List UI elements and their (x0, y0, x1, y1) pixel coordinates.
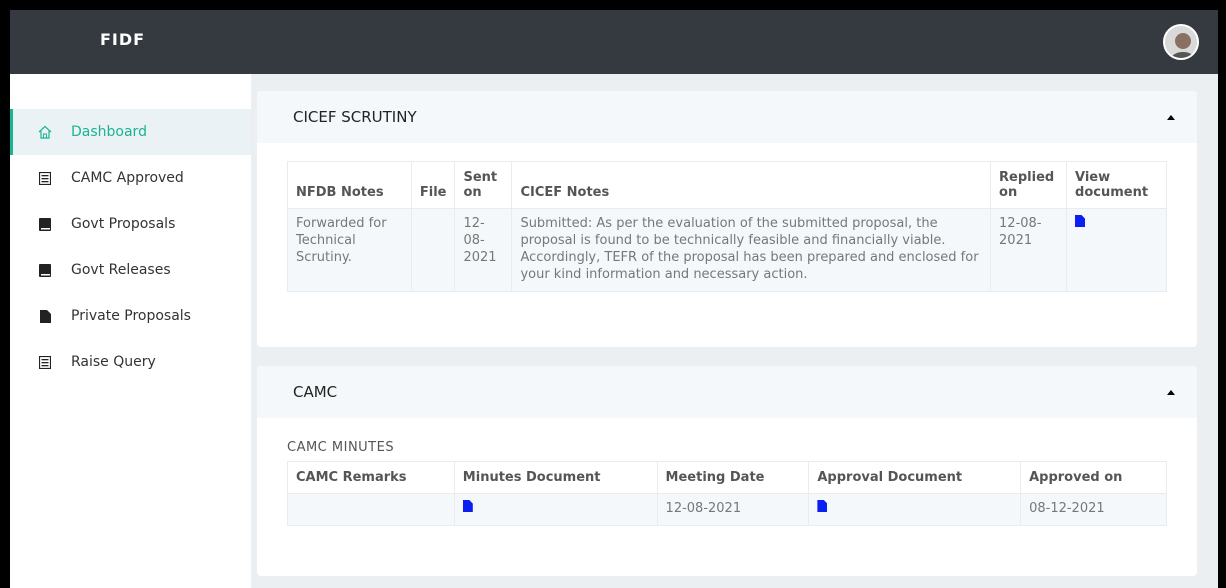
cicef-notes-cell: Submitted: As per the evaluation of the … (511, 208, 992, 292)
sidebar-item-govt-releases[interactable]: Govt Releases (10, 247, 251, 293)
sidebar-item-label: Govt Proposals (71, 216, 176, 232)
collapse-caret-icon[interactable] (1167, 389, 1175, 395)
document-icon[interactable] (817, 500, 828, 512)
camc-minutes-title: CAMC MINUTES (287, 440, 395, 455)
book-icon (38, 217, 52, 231)
cicef-scrutiny-card: CICEF SCRUTINY NFDB Notes File Sent on C… (257, 91, 1197, 347)
sidebar-item-dashboard[interactable]: Dashboard (10, 109, 251, 155)
column-header: CICEF Notes (511, 161, 992, 209)
home-icon (38, 125, 52, 139)
column-header: Approval Document (808, 461, 1022, 494)
document-icon[interactable] (462, 500, 473, 512)
nfdb-notes-cell: Forwarded for Technical Scrutiny. (287, 208, 412, 292)
approval-document-cell (808, 493, 1022, 526)
sidebar-item-private-proposals[interactable]: Private Proposals (10, 293, 251, 339)
sidebar-item-raise-query[interactable]: Raise Query (10, 339, 251, 385)
card-header[interactable]: CICEF SCRUTINY (257, 91, 1197, 143)
column-header: NFDB Notes (287, 161, 412, 209)
file-icon (38, 309, 52, 323)
column-header: Replied on (990, 161, 1068, 209)
card-title: CICEF SCRUTINY (293, 108, 417, 126)
sidebar-item-label: CAMC Approved (71, 170, 184, 186)
minutes-document-cell (453, 493, 658, 526)
table-row: Forwarded for Technical Scrutiny. 12-08-… (287, 208, 1167, 292)
column-header: File (410, 161, 456, 209)
sidebar-item-label: Govt Releases (71, 262, 171, 278)
card-title: CAMC (293, 383, 338, 401)
column-header: Minutes Document (453, 461, 658, 494)
main-content: CICEF SCRUTINY NFDB Notes File Sent on C… (251, 74, 1218, 588)
list-icon (38, 171, 52, 185)
top-navbar: FIDF (10, 10, 1218, 74)
meeting-date-cell: 12-08-2021 (656, 493, 810, 526)
avatar[interactable] (1163, 24, 1199, 60)
sidebar-nav: Dashboard CAMC Approved Govt Proposals G… (10, 109, 251, 385)
approved-on-cell: 08-12-2021 (1020, 493, 1167, 526)
sidebar: Dashboard CAMC Approved Govt Proposals G… (10, 74, 251, 588)
brand-logo[interactable]: FIDF (100, 30, 145, 49)
user-avatar-icon (1165, 26, 1197, 58)
camc-minutes-table: CAMC Remarks Minutes Document Meeting Da… (287, 461, 1167, 526)
file-cell (410, 208, 456, 292)
book-icon (38, 263, 52, 277)
column-header: Sent on (454, 161, 513, 209)
camc-remarks-cell (287, 493, 455, 526)
column-header: CAMC Remarks (287, 461, 455, 494)
table-header-row: CAMC Remarks Minutes Document Meeting Da… (287, 461, 1167, 494)
list-icon (38, 355, 52, 369)
view-document-cell (1066, 208, 1167, 292)
column-header: Approved on (1020, 461, 1167, 494)
camc-card: CAMC CAMC MINUTES CAMC Remarks Minutes D… (257, 366, 1197, 576)
sidebar-item-govt-proposals[interactable]: Govt Proposals (10, 201, 251, 247)
table-header-row: NFDB Notes File Sent on CICEF Notes Repl… (287, 161, 1167, 209)
card-header[interactable]: CAMC (257, 366, 1197, 418)
column-header: View document (1066, 161, 1167, 209)
scrutiny-table: NFDB Notes File Sent on CICEF Notes Repl… (287, 161, 1167, 292)
replied-on-cell: 12-08-2021 (990, 208, 1068, 292)
sent-on-cell: 12-08-2021 (454, 208, 513, 292)
sidebar-item-label: Dashboard (71, 124, 147, 140)
document-icon[interactable] (1075, 215, 1086, 227)
column-header: Meeting Date (656, 461, 810, 494)
sidebar-item-label: Private Proposals (71, 308, 191, 324)
app-frame: FIDF Dashboard CAMC Approved Govt Propos… (10, 10, 1218, 588)
sidebar-item-camc-approved[interactable]: CAMC Approved (10, 155, 251, 201)
collapse-caret-icon[interactable] (1167, 114, 1175, 120)
sidebar-item-label: Raise Query (71, 354, 156, 370)
table-row: 12-08-2021 08-12-2021 (287, 493, 1167, 526)
